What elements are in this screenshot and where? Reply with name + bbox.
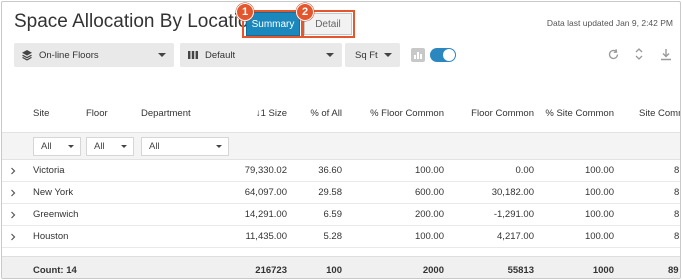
percent-floor-common-cell: 200.00 bbox=[414, 209, 444, 220]
column-header-department[interactable]: Department bbox=[141, 108, 191, 119]
chevron-down-icon bbox=[216, 145, 222, 148]
floor-filter-value: All bbox=[94, 141, 105, 152]
table-footer-row: Count: 14 216723 100 2000 55813 1000 89 bbox=[2, 256, 680, 278]
site-filter-select[interactable]: All bbox=[33, 137, 81, 156]
floors-select-value: On-line Floors bbox=[39, 49, 99, 61]
refresh-icon[interactable] bbox=[606, 47, 620, 61]
floors-select[interactable]: On-line Floors bbox=[14, 43, 174, 67]
floor-common-cell: 4,217.00 bbox=[497, 231, 534, 242]
size-cell: 11,435.00 bbox=[245, 231, 287, 242]
percent-of-all-cell: 5.28 bbox=[323, 231, 343, 242]
view-select[interactable]: Default bbox=[180, 43, 342, 67]
table-row[interactable]: Victoria 79,330.02 36.60 100.00 0.00 100… bbox=[2, 160, 680, 182]
summary-tab-button[interactable]: Summary bbox=[246, 12, 300, 36]
percent-site-common-cell: 100.00 bbox=[584, 187, 614, 198]
units-select-value: Sq Ft bbox=[355, 49, 378, 61]
footer-size-total: 216723 bbox=[255, 265, 287, 276]
floor-filter-select[interactable]: All bbox=[86, 137, 134, 156]
percent-of-all-cell: 36.60 bbox=[318, 165, 342, 176]
column-header-size[interactable]: ↓1 Size bbox=[226, 108, 287, 119]
column-header-percent-of-all[interactable]: % of All bbox=[292, 108, 342, 119]
size-cell: 14,291.00 bbox=[244, 209, 287, 220]
department-filter-value: All bbox=[149, 141, 160, 152]
footer-percent-floor-common-total: 2000 bbox=[422, 265, 444, 276]
percent-site-common-cell: 100.00 bbox=[584, 165, 614, 176]
column-header-percent-site-common[interactable]: % Site Common bbox=[537, 108, 614, 119]
size-cell: 79,330.02 bbox=[244, 165, 287, 176]
percent-floor-common-cell: 100.00 bbox=[414, 165, 444, 176]
last-updated-text: Data last updated Jan 9, 2:42 PM bbox=[546, 18, 673, 28]
footer-floor-common-total: 55813 bbox=[507, 265, 534, 276]
chevron-down-icon bbox=[121, 145, 127, 148]
chevron-right-icon[interactable] bbox=[9, 211, 17, 219]
percent-of-all-cell: 29.58 bbox=[318, 187, 342, 198]
view-select-value: Default bbox=[205, 49, 236, 61]
column-header-percent-floor-common[interactable]: % Floor Common bbox=[352, 108, 444, 119]
floor-common-cell: -1,291.00 bbox=[493, 209, 534, 220]
percent-site-common-cell: 100.00 bbox=[584, 231, 614, 242]
site-filter-value: All bbox=[41, 141, 52, 152]
callout-badge-2: 2 bbox=[296, 3, 314, 21]
table-row[interactable]: Greenwich 14,291.00 6.59 200.00 -1,291.0… bbox=[2, 204, 680, 226]
percent-floor-common-cell: 100.00 bbox=[414, 231, 444, 242]
chevron-right-icon[interactable] bbox=[9, 189, 17, 197]
chevron-down-icon bbox=[326, 53, 334, 57]
expand-collapse-icon[interactable] bbox=[632, 47, 646, 61]
chevron-right-icon[interactable] bbox=[9, 233, 17, 241]
bar-chart-icon[interactable] bbox=[411, 48, 425, 62]
download-icon[interactable] bbox=[659, 47, 673, 61]
filter-row: All All All bbox=[2, 132, 680, 160]
site-common-cell: 8 bbox=[674, 165, 680, 176]
percent-of-all-cell: 6.59 bbox=[323, 209, 343, 220]
chevron-down-icon bbox=[68, 145, 74, 148]
site-common-cell: 8 bbox=[674, 187, 680, 198]
callout-badge-1: 1 bbox=[236, 3, 254, 21]
chevron-down-icon bbox=[158, 53, 166, 57]
site-cell: Houston bbox=[33, 231, 69, 242]
percent-floor-common-cell: 600.00 bbox=[414, 187, 444, 198]
site-cell: New York bbox=[33, 187, 74, 198]
table-header-row: Site Floor Department ↓1 Size % of All %… bbox=[2, 102, 680, 126]
chevron-right-icon[interactable] bbox=[9, 167, 17, 175]
footer-site-common-total: 89 bbox=[668, 265, 679, 276]
chart-toggle[interactable] bbox=[430, 48, 456, 62]
column-header-floor-common[interactable]: Floor Common bbox=[452, 108, 534, 119]
site-common-cell: 8 bbox=[674, 209, 680, 220]
site-cell: Greenwich bbox=[33, 209, 79, 220]
column-header-site[interactable]: Site bbox=[33, 108, 49, 119]
layers-icon bbox=[21, 49, 33, 61]
report-panel: Space Allocation By Location Summary Det… bbox=[1, 1, 681, 279]
site-cell: Victoria bbox=[33, 165, 65, 176]
department-filter-select[interactable]: All bbox=[141, 137, 229, 156]
table-row[interactable]: New York 64,097.00 29.58 600.00 30,182.0… bbox=[2, 182, 680, 204]
site-common-cell: 8 bbox=[674, 231, 680, 242]
percent-site-common-cell: 100.00 bbox=[584, 209, 614, 220]
units-select[interactable]: Sq Ft bbox=[345, 43, 400, 67]
column-header-site-common[interactable]: Site Comm bbox=[639, 108, 680, 119]
floor-common-cell: 30,182.00 bbox=[491, 187, 534, 198]
footer-percent-site-common-total: 1000 bbox=[592, 265, 614, 276]
chevron-down-icon bbox=[384, 53, 392, 57]
footer-percent-of-all-total: 100 bbox=[326, 265, 342, 276]
table-row[interactable]: Houston 11,435.00 5.28 100.00 4,217.00 1… bbox=[2, 226, 680, 248]
floor-common-cell: 0.00 bbox=[515, 165, 535, 176]
size-cell: 64,097.00 bbox=[244, 187, 287, 198]
page-title: Space Allocation By Location bbox=[14, 11, 260, 32]
column-header-floor[interactable]: Floor bbox=[86, 108, 108, 119]
footer-count: Count: 14 bbox=[33, 265, 77, 276]
columns-icon bbox=[187, 49, 199, 61]
